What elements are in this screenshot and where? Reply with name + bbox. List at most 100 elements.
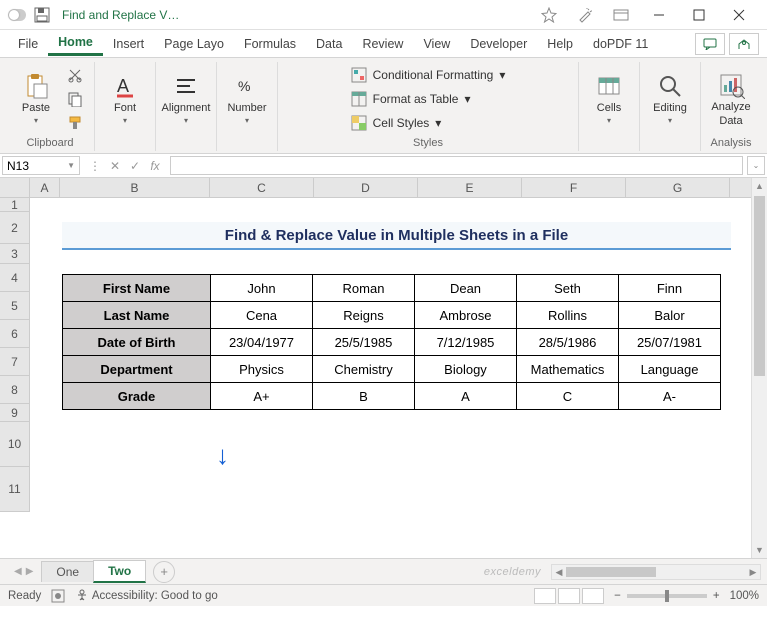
col-header-B[interactable]: B [60, 178, 210, 197]
table-cell[interactable]: Reigns [313, 302, 415, 329]
cell-styles-button[interactable]: Cell Styles▾ [347, 113, 510, 133]
zoom-level[interactable]: 100% [730, 590, 759, 602]
scroll-up-icon[interactable]: ▲ [752, 178, 767, 194]
scroll-left-icon[interactable]: ◀ [552, 565, 566, 579]
table-cell[interactable]: Biology [415, 356, 517, 383]
table-cell[interactable]: B [313, 383, 415, 410]
row-header-2[interactable]: 2 [0, 212, 29, 244]
row-header-7[interactable]: 7 [0, 348, 29, 376]
fx-icon[interactable]: fx [146, 159, 164, 173]
tab-formulas[interactable]: Formulas [234, 33, 306, 55]
table-cell[interactable]: Ambrose [415, 302, 517, 329]
cells-area[interactable]: Find & Replace Value in Multiple Sheets … [30, 198, 751, 558]
maximize-button[interactable] [679, 0, 719, 30]
table-cell[interactable]: Mathematics [517, 356, 619, 383]
tab-dopdf[interactable]: doPDF 11 [583, 33, 658, 55]
col-header-F[interactable]: F [522, 178, 626, 197]
table-cell[interactable]: Balor [619, 302, 721, 329]
cancel-icon[interactable]: ✕ [106, 159, 124, 173]
share-button[interactable] [729, 33, 759, 55]
sheet-tab-one[interactable]: One [41, 561, 94, 582]
tab-developer[interactable]: Developer [460, 33, 537, 55]
table-cell[interactable]: Language [619, 356, 721, 383]
number-button[interactable]: % Number ▾ [225, 66, 269, 132]
row-header-5[interactable]: 5 [0, 292, 29, 320]
table-cell[interactable]: 25/07/1981 [619, 329, 721, 356]
table-cell[interactable]: 25/5/1985 [313, 329, 415, 356]
table-cell[interactable]: Seth [517, 275, 619, 302]
tab-view[interactable]: View [413, 33, 460, 55]
select-all-corner[interactable] [0, 178, 30, 197]
table-cell[interactable]: 28/5/1986 [517, 329, 619, 356]
table-cell[interactable]: C [517, 383, 619, 410]
tab-data[interactable]: Data [306, 33, 352, 55]
table-cell[interactable]: Chemistry [313, 356, 415, 383]
copy-button[interactable] [64, 89, 86, 109]
row-header-1[interactable]: 1 [0, 198, 29, 212]
table-cell[interactable]: Cena [211, 302, 313, 329]
zoom-track[interactable] [627, 594, 707, 598]
sheet-nav-prev-icon[interactable]: ◀ [14, 566, 22, 577]
accessibility-status[interactable]: Accessibility: Good to go [75, 589, 217, 603]
table-cell[interactable]: Physics [211, 356, 313, 383]
cut-button[interactable] [64, 65, 86, 85]
premium-icon[interactable] [531, 0, 567, 30]
col-header-G[interactable]: G [626, 178, 730, 197]
sheet-nav-next-icon[interactable]: ▶ [26, 566, 34, 577]
comments-button[interactable] [695, 33, 725, 55]
autosave-toggle[interactable] [8, 9, 26, 21]
col-header-E[interactable]: E [418, 178, 522, 197]
scrollbar-thumb[interactable] [754, 196, 765, 376]
vertical-scrollbar[interactable]: ▲ ▼ [751, 178, 767, 558]
cells-button[interactable]: Cells ▾ [587, 66, 631, 132]
macro-record-icon[interactable] [51, 589, 65, 603]
add-sheet-button[interactable]: + [153, 561, 175, 583]
editing-button[interactable]: Editing ▾ [648, 66, 692, 132]
table-cell[interactable]: A- [619, 383, 721, 410]
tab-home[interactable]: Home [48, 31, 103, 56]
magic-icon[interactable] [567, 0, 603, 30]
zoom-slider[interactable]: − + [614, 590, 719, 602]
row-header-9[interactable]: 9 [0, 404, 29, 422]
tab-insert[interactable]: Insert [103, 33, 154, 55]
analyze-data-button[interactable]: Analyze Data [709, 66, 753, 132]
conditional-formatting-button[interactable]: Conditional Formatting▾ [347, 65, 510, 85]
row-header-4[interactable]: 4 [0, 264, 29, 292]
row-header-8[interactable]: 8 [0, 376, 29, 404]
table-cell[interactable]: Rollins [517, 302, 619, 329]
table-cell[interactable]: Finn [619, 275, 721, 302]
scroll-right-icon[interactable]: ▶ [746, 565, 760, 579]
tab-review[interactable]: Review [352, 33, 413, 55]
fx-expand-icon[interactable]: ⋮ [86, 159, 104, 173]
col-header-A[interactable]: A [30, 178, 60, 197]
tab-help[interactable]: Help [537, 33, 583, 55]
zoom-out-icon[interactable]: − [614, 590, 621, 602]
table-cell[interactable]: Dean [415, 275, 517, 302]
font-button[interactable]: A Font ▾ [103, 66, 147, 132]
row-header-10[interactable]: 10 [0, 422, 29, 467]
formula-input[interactable] [170, 156, 743, 175]
table-cell[interactable]: A [415, 383, 517, 410]
row-header-6[interactable]: 6 [0, 320, 29, 348]
row-header-11[interactable]: 11 [0, 467, 29, 512]
close-button[interactable] [719, 0, 759, 30]
table-cell[interactable]: John [211, 275, 313, 302]
col-header-D[interactable]: D [314, 178, 418, 197]
row-header-3[interactable]: 3 [0, 244, 29, 264]
view-page-break-button[interactable] [582, 588, 604, 604]
save-icon[interactable] [34, 7, 50, 23]
table-cell[interactable]: 23/04/1977 [211, 329, 313, 356]
formula-expand-button[interactable]: ⌄ [747, 156, 765, 175]
col-header-C[interactable]: C [210, 178, 314, 197]
alignment-button[interactable]: Alignment ▾ [164, 66, 208, 132]
format-as-table-button[interactable]: Format as Table▾ [347, 89, 510, 109]
scrollbar-thumb[interactable] [566, 567, 656, 577]
name-box[interactable]: N13▼ [2, 156, 80, 175]
minimize-button[interactable] [639, 0, 679, 30]
enter-icon[interactable]: ✓ [126, 159, 144, 173]
table-cell[interactable]: Roman [313, 275, 415, 302]
paste-button[interactable]: Paste ▾ [14, 66, 58, 132]
tab-file[interactable]: File [8, 33, 48, 55]
table-cell[interactable]: A+ [211, 383, 313, 410]
table-cell[interactable]: 7/12/1985 [415, 329, 517, 356]
